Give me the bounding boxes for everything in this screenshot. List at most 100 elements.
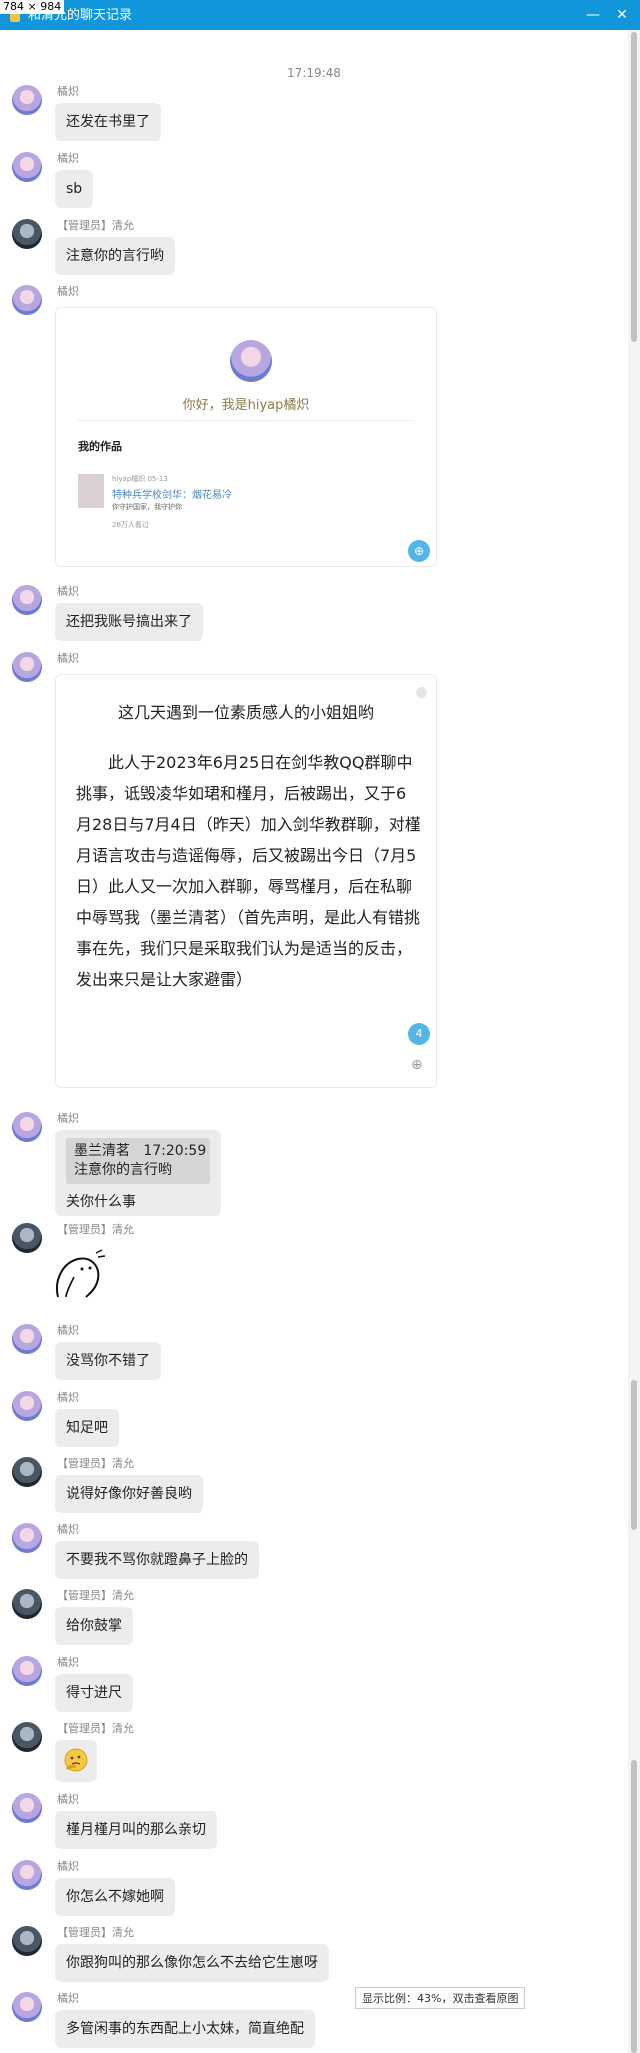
chat-history: 17:19:48 橘炽 还发在书里了 橘炽 sb 【管理员】清允 注意你的言行哟… xyxy=(0,30,628,2053)
sender-name: 清允 xyxy=(112,1457,134,1470)
avatar[interactable] xyxy=(12,85,42,115)
profile-card[interactable]: 你好，我是hiyap橘炽 我的作品 hiyap橘炽 05-13 特种兵学校剑华：… xyxy=(55,307,437,567)
work-title[interactable]: 特种兵学校剑华：烟花易冷 xyxy=(112,486,232,501)
message-bubble[interactable]: 多管闲事的东西配上小太妹，简直绝配 xyxy=(55,2010,315,2048)
quote-time: 17:20:59 xyxy=(143,1143,207,1159)
avatar[interactable] xyxy=(12,1589,42,1619)
zoom-ratio-tooltip: 显示比例：43%，双击查看原图 xyxy=(355,1987,526,2009)
article-card[interactable]: 这几天遇到一位素质感人的小姐姐哟 此人于2023年6月25日在剑华教QQ群聊中挑… xyxy=(55,674,437,1088)
message-bubble[interactable]: 你怎么不嫁她啊 xyxy=(55,1878,175,1916)
sender-name: 【管理员】清允 xyxy=(57,1457,134,1471)
emoji-bubble[interactable] xyxy=(55,1740,97,1782)
article-title: 这几天遇到一位素质感人的小姐姐哟 xyxy=(117,703,374,722)
minimize-button[interactable]: — xyxy=(583,5,603,25)
dimension-label: 784 × 984 xyxy=(0,0,65,14)
message-bubble[interactable]: 得寸进尺 xyxy=(55,1674,133,1712)
profile-avatar xyxy=(230,340,272,382)
sender-name: 清允 xyxy=(112,1926,134,1939)
sender-name: 清允 xyxy=(112,1722,134,1735)
quoted-message[interactable]: 墨兰清茗 17:20:59 注意你的言行哟 xyxy=(66,1138,210,1184)
scrollbar-thumb[interactable] xyxy=(631,1760,637,2053)
avatar[interactable] xyxy=(12,285,42,315)
sender-name: 【管理员】清允 xyxy=(57,1722,134,1736)
admin-role: 【管理员】 xyxy=(57,1722,112,1735)
title-bar: 和清允的聊天记录 784 × 984 — ✕ xyxy=(0,0,640,30)
sender-name: 橘炽 xyxy=(57,1860,79,1873)
close-button[interactable]: ✕ xyxy=(612,5,632,25)
sender-name: 【管理员】清允 xyxy=(57,1926,134,1940)
reply-text: 关你什么事 xyxy=(66,1194,136,1210)
avatar[interactable] xyxy=(12,1457,42,1487)
avatar[interactable] xyxy=(12,1223,42,1253)
sender-name: 橘炽 xyxy=(57,1391,79,1404)
admin-role: 【管理员】 xyxy=(57,1457,112,1470)
sender-name: 【管理员】清允 xyxy=(57,1589,134,1603)
count-badge: 4 xyxy=(408,1023,430,1045)
scrollbar-thumb[interactable] xyxy=(631,32,637,342)
message-bubble[interactable]: 说得好像你好善良哟 xyxy=(55,1475,203,1513)
sender-name: 橘炽 xyxy=(57,85,79,98)
sender-name: 橘炽 xyxy=(57,1992,79,2005)
works-title: 我的作品 xyxy=(78,440,122,453)
avatar[interactable] xyxy=(12,585,42,615)
message-bubble[interactable]: 给你鼓掌 xyxy=(55,1607,133,1645)
avatar[interactable] xyxy=(12,1722,42,1752)
message-bubble[interactable]: 注意你的言行哟 xyxy=(55,237,175,275)
message-bubble[interactable]: 槿月槿月叫的那么亲切 xyxy=(55,1811,217,1849)
sender-name: 橘炽 xyxy=(57,1656,79,1669)
avatar[interactable] xyxy=(12,1656,42,1686)
message-bubble[interactable]: 还发在书里了 xyxy=(55,103,161,141)
sender-name: 橘炽 xyxy=(57,1324,79,1337)
sender-name: 橘炽 xyxy=(57,285,79,298)
profile-greeting: 你好，我是hiyap橘炽 xyxy=(182,398,310,413)
article-body: 此人于2023年6月25日在剑华教QQ群聊中挑事，诋毁凌华如珺和槿月，后被踢出，… xyxy=(76,753,421,989)
avatar[interactable] xyxy=(12,1324,42,1354)
quote-author: 墨兰清茗 xyxy=(74,1143,130,1159)
work-meta: hiyap橘炽 05-13 xyxy=(112,475,168,483)
admin-role: 【管理员】 xyxy=(57,1926,112,1939)
book-cover xyxy=(78,474,104,508)
sender-name: 橘炽 xyxy=(57,585,79,598)
sender-name: 橘炽 xyxy=(57,1793,79,1806)
sender-name: 【管理员】清允 xyxy=(57,219,134,233)
message-bubble[interactable]: 还把我账号搞出来了 xyxy=(55,603,203,641)
sender-name: 清允 xyxy=(112,1589,134,1602)
avatar[interactable] xyxy=(12,1926,42,1956)
avatar[interactable] xyxy=(12,652,42,682)
message-bubble[interactable]: 知足吧 xyxy=(55,1409,119,1447)
divider xyxy=(78,420,414,421)
avatar[interactable] xyxy=(12,152,42,182)
avatar[interactable] xyxy=(12,1112,42,1142)
status-dot xyxy=(416,687,427,698)
admin-role: 【管理员】 xyxy=(57,219,112,232)
work-reads: 26万人看过 xyxy=(112,521,149,529)
message-bubble[interactable]: sb xyxy=(55,170,94,208)
avatar[interactable] xyxy=(12,1860,42,1890)
sender-name: 橘炽 xyxy=(57,652,79,665)
work-desc: 你守护国家，我守护你 xyxy=(112,503,182,511)
thinking-emoji-icon xyxy=(64,1748,88,1772)
timestamp: 17:19:48 xyxy=(287,66,341,80)
avatar[interactable] xyxy=(12,1793,42,1823)
reply-bubble[interactable]: 墨兰清茗 17:20:59 注意你的言行哟 关你什么事 xyxy=(55,1130,221,1216)
zoom-icon[interactable]: ⊕ xyxy=(411,1057,423,1073)
sticker-image[interactable] xyxy=(52,1241,108,1303)
sender-name: 橘炽 xyxy=(57,1112,79,1125)
message-bubble[interactable]: 你跟狗叫的那么像你怎么不去给它生崽呀 xyxy=(55,1944,329,1982)
quote-text: 注意你的言行哟 xyxy=(74,1162,172,1178)
sender-name: 清允 xyxy=(112,219,134,232)
sender-name: 清允 xyxy=(112,1223,134,1236)
admin-role: 【管理员】 xyxy=(57,1223,112,1236)
scrollbar-thumb[interactable] xyxy=(631,1380,637,1530)
avatar[interactable] xyxy=(12,1992,42,2022)
avatar[interactable] xyxy=(12,219,42,249)
sender-name: 橘炽 xyxy=(57,1523,79,1536)
sender-name: 橘炽 xyxy=(57,152,79,165)
avatar[interactable] xyxy=(12,1523,42,1553)
avatar[interactable] xyxy=(12,1391,42,1421)
admin-role: 【管理员】 xyxy=(57,1589,112,1602)
sender-name: 【管理员】清允 xyxy=(57,1223,134,1237)
message-bubble[interactable]: 不要我不骂你就蹬鼻子上脸的 xyxy=(55,1541,259,1579)
message-bubble[interactable]: 没骂你不错了 xyxy=(55,1342,161,1380)
zoom-in-icon[interactable]: ⊕ xyxy=(408,540,430,562)
